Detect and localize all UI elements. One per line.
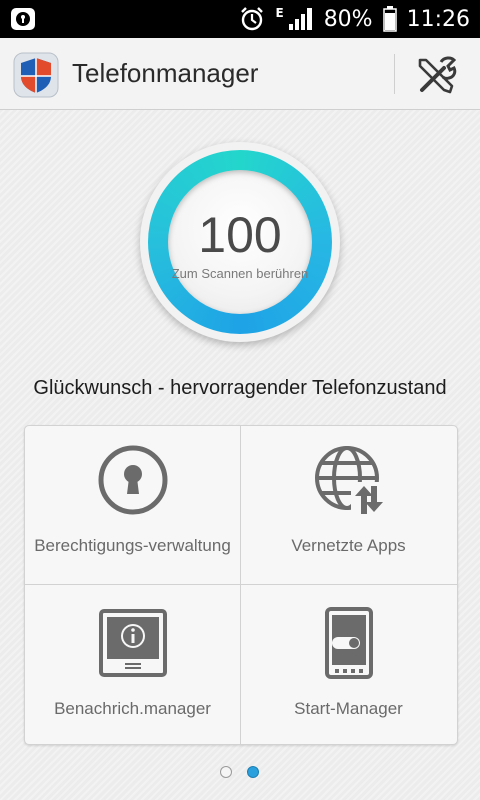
- page-indicator: [0, 766, 480, 782]
- tile-label: Berechtigungs-verwaltung: [34, 536, 231, 555]
- score-value: 100: [198, 207, 282, 263]
- tile-startup-manager[interactable]: Start-Manager: [241, 585, 456, 743]
- tile-label: Benachrich.manager: [54, 699, 211, 718]
- tile-label: Start-Manager: [294, 699, 403, 718]
- app-bar: Telefonmanager: [0, 38, 480, 110]
- keyhole-icon: [98, 445, 168, 515]
- network-type: E: [275, 6, 284, 20]
- globe-network-icon: [315, 446, 385, 516]
- alarm-icon: [241, 7, 264, 31]
- app-title: Telefonmanager: [72, 58, 259, 88]
- signal-icon: [288, 8, 312, 30]
- scan-hint: Zum Scannen berühren: [171, 266, 309, 281]
- notification-app-icon: [11, 8, 35, 30]
- page-dot-1[interactable]: [220, 766, 232, 778]
- tile-permissions[interactable]: Berechtigungs-verwaltung: [25, 426, 240, 584]
- feature-grid: Berechtigungs-verwaltung Vernetzte Apps …: [24, 425, 458, 745]
- status-bar: E 80% 11:26: [0, 0, 480, 38]
- tools-icon[interactable]: [414, 54, 460, 96]
- tile-notification-manager[interactable]: Benachrich.manager: [25, 585, 240, 743]
- notification-info-icon: [99, 609, 167, 677]
- shield-icon[interactable]: [13, 52, 59, 98]
- scan-button[interactable]: 100 Zum Scannen berühren: [140, 142, 340, 342]
- battery-icon: [382, 6, 397, 32]
- clock: 11:26: [406, 6, 470, 32]
- tile-label: Vernetzte Apps: [291, 536, 406, 555]
- tile-networked-apps[interactable]: Vernetzte Apps: [241, 426, 456, 584]
- phone-toggle-icon: [325, 607, 373, 679]
- appbar-divider: [394, 54, 395, 94]
- page-dot-2[interactable]: [247, 766, 259, 778]
- battery-percent: 80%: [323, 6, 373, 32]
- status-message: Glückwunsch - hervorragender Telefonzust…: [33, 377, 447, 399]
